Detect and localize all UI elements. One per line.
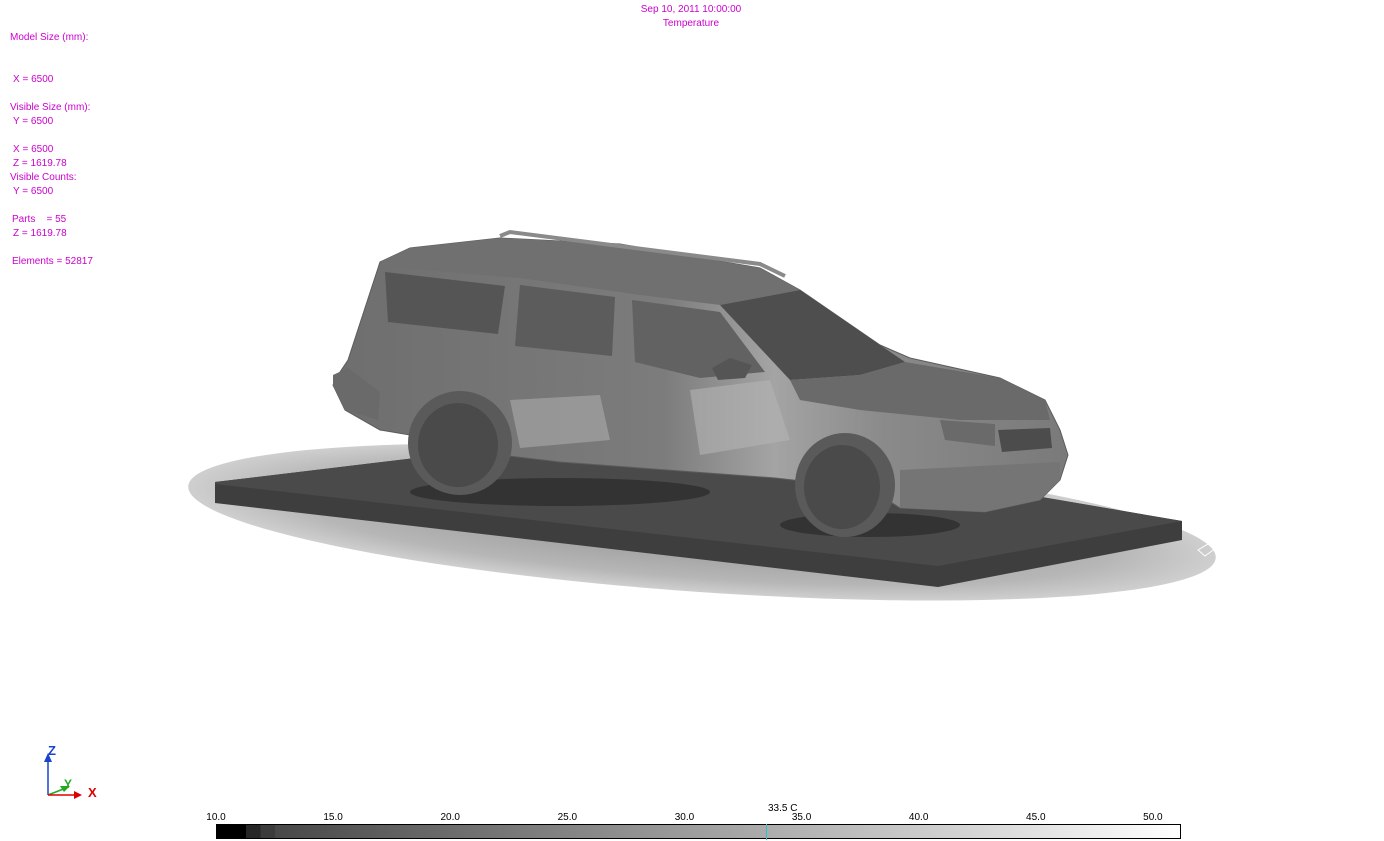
legend-tick-label: 30.0 (674, 812, 695, 823)
visible-size-title: Visible Size (mm): (10, 102, 91, 113)
axis-triad (44, 753, 82, 799)
model-size-title: Model Size (mm): (10, 32, 89, 43)
axis-x-label: X (88, 785, 97, 800)
visible-counts-title: Visible Counts: (10, 172, 77, 183)
visible-counts-parts: Parts = 55 (12, 214, 67, 225)
result-datetime: Sep 10, 2011 10:00:00 (640, 4, 742, 15)
visible-counts-panel: Visible Counts: Parts = 55 Elements = 52… (10, 143, 93, 283)
3d-viewport[interactable] (0, 0, 1384, 841)
legend-tick-label: 45.0 (1026, 812, 1046, 823)
legend-tick-label: 10.0 (206, 812, 226, 823)
result-quantity: Temperature (662, 18, 720, 29)
axis-y-label: Y (64, 777, 73, 791)
probe-marker (766, 824, 768, 840)
visible-counts-elements: Elements = 52817 (12, 256, 93, 267)
legend-tick-label: 15.0 (323, 812, 343, 823)
legend-tick-label: 20.0 (440, 812, 460, 823)
axis-z-label: Z (48, 743, 56, 758)
legend-tick-label: 40.0 (908, 812, 929, 823)
legend-tick-label: 25.0 (557, 812, 578, 823)
legend-tick-label: 50.0 (1143, 812, 1163, 823)
result-header: Sep 10, 2011 10:00:00 Temperature (541, 3, 841, 31)
probe-value-label: 33.5 C (768, 803, 798, 814)
color-legend-bar (216, 824, 1181, 839)
car-model[interactable] (332, 229, 1069, 537)
